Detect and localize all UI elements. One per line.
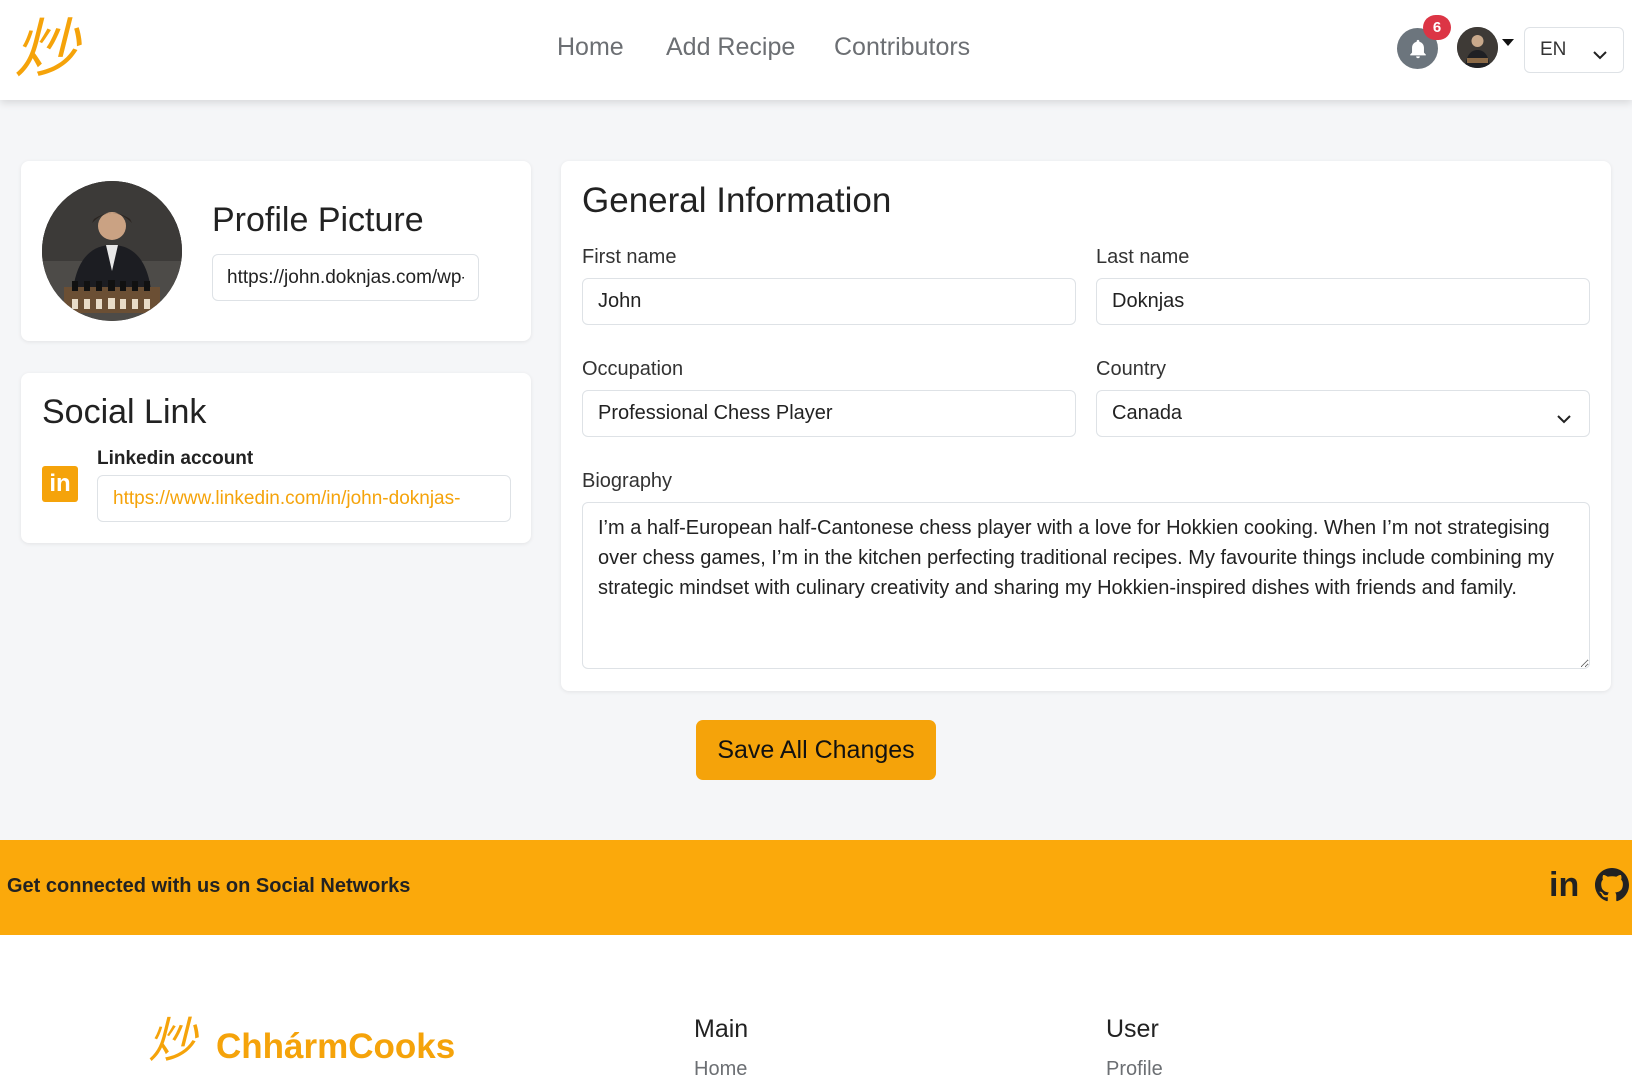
footer-profile-link[interactable]: Profile [1106, 1058, 1163, 1080]
linkedin-icon: in [42, 466, 78, 502]
social-networks-text: Get connected with us on Social Networks [7, 875, 411, 897]
nav-add-recipe-link[interactable]: Add Recipe [666, 33, 795, 62]
notification-count-badge: 6 [1423, 15, 1451, 40]
footer-logo-icon: 炒 [148, 1013, 197, 1069]
first-name-label: First name [582, 246, 677, 268]
biography-textarea[interactable]: I’m a half-European half-Cantonese chess… [582, 502, 1590, 669]
save-all-changes-button[interactable]: Save All Changes [696, 720, 936, 780]
profile-picture-title: Profile Picture [212, 201, 424, 239]
biography-label: Biography [582, 470, 673, 492]
country-label: Country [1096, 358, 1167, 380]
nav-links: Home Add Recipe Contributors [0, 0, 1632, 100]
chevron-down-icon [1593, 44, 1607, 66]
footer: 炒 ChhármCooks Main Home User Profile [0, 935, 1632, 1080]
social-networks-banner: Get connected with us on Social Networks… [0, 840, 1632, 935]
profile-picture-url-input[interactable] [212, 254, 479, 301]
user-menu-caret-icon[interactable] [1502, 39, 1514, 46]
nav-contributors-link[interactable]: Contributors [834, 33, 970, 62]
github-icon[interactable] [1595, 868, 1629, 902]
navbar: 炒 Home Add Recipe Contributors 6 EN [0, 0, 1632, 100]
chevron-down-icon [1557, 407, 1571, 430]
linkedin-account-label: Linkedin account [97, 448, 254, 469]
footer-user-heading: User [1106, 1015, 1159, 1043]
country-select-value: Canada [1112, 402, 1183, 424]
profile-picture-card: Profile Picture [21, 161, 531, 341]
linkedin-url-input[interactable] [97, 475, 511, 522]
footer-home-link[interactable]: Home [694, 1058, 747, 1080]
country-select[interactable]: Canada [1096, 390, 1590, 437]
social-link-card: Social Link in Linkedin account [21, 373, 531, 543]
profile-photo [42, 181, 182, 321]
occupation-input[interactable] [582, 390, 1076, 437]
footer-main-heading: Main [694, 1015, 749, 1043]
footer-brand-name: ChhármCooks [216, 1027, 456, 1066]
general-information-title: General Information [582, 181, 892, 220]
user-avatar[interactable] [1457, 27, 1498, 68]
linkedin-icon[interactable]: in [1549, 866, 1579, 905]
last-name-label: Last name [1096, 246, 1190, 268]
occupation-label: Occupation [582, 358, 684, 380]
general-information-card: General Information First name Last name… [561, 161, 1611, 691]
last-name-input[interactable] [1096, 278, 1590, 325]
language-select-value: EN [1540, 39, 1567, 60]
language-select[interactable]: EN [1524, 27, 1624, 73]
social-link-title: Social Link [42, 393, 207, 431]
nav-home-link[interactable]: Home [557, 33, 624, 62]
first-name-input[interactable] [582, 278, 1076, 325]
